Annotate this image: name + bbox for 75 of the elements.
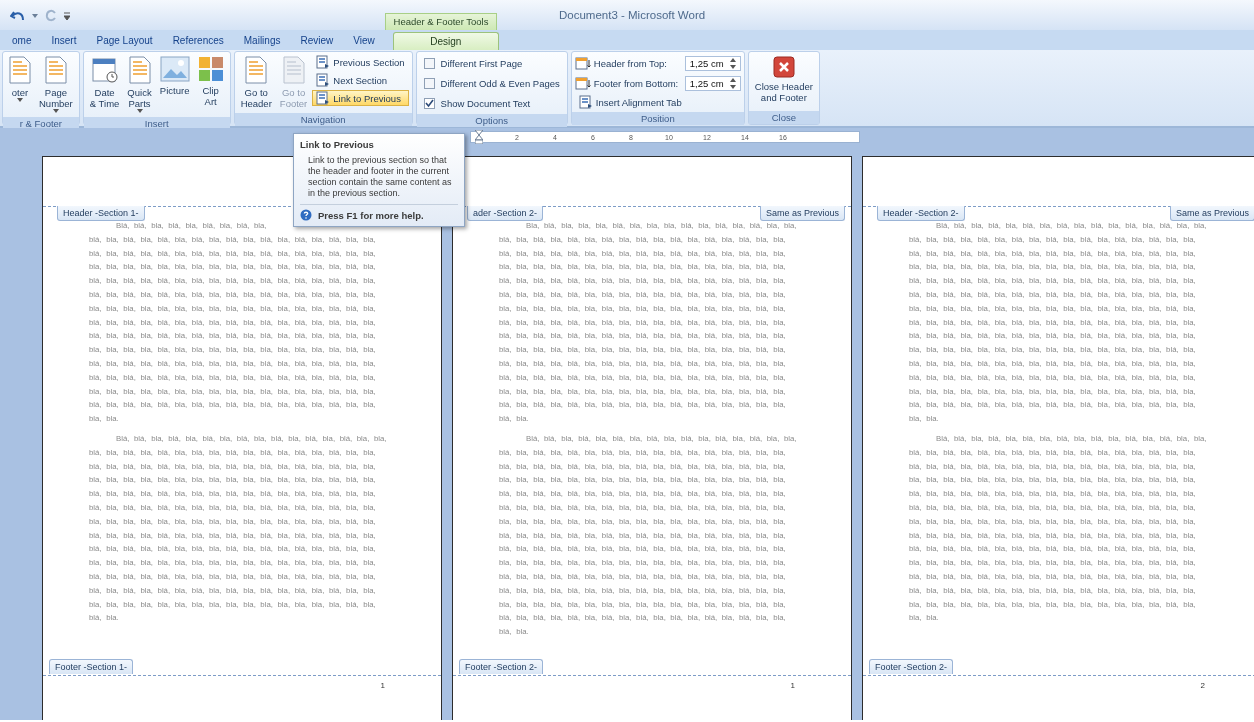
group-label: Close bbox=[748, 111, 819, 124]
ribbon-button[interactable]: Go to Header bbox=[237, 54, 275, 111]
help-icon bbox=[300, 209, 312, 221]
checkbox[interactable] bbox=[423, 77, 435, 89]
caret-icon bbox=[17, 98, 23, 102]
ribbon-button[interactable]: Insert Alignment Tab bbox=[574, 94, 741, 110]
calendar-icon bbox=[90, 56, 119, 84]
ribbon-tab[interactable]: Mailings bbox=[233, 32, 291, 50]
dropdown-caret-icon[interactable] bbox=[32, 14, 38, 18]
ribbon-tab[interactable]: Design bbox=[392, 32, 499, 50]
picture-icon bbox=[159, 56, 190, 82]
spinner-icon[interactable] bbox=[729, 57, 736, 69]
spin-label: Footer from Bottom: bbox=[593, 77, 680, 89]
section-icon bbox=[316, 55, 331, 69]
ribbon-tab[interactable]: Insert bbox=[41, 32, 87, 50]
context-tab-label: Header & Footer Tools bbox=[385, 13, 497, 30]
ribbon-tab[interactable]: ome bbox=[2, 32, 42, 50]
footer-label: Footer -Section 2- bbox=[869, 659, 954, 674]
margin-icon bbox=[574, 76, 591, 90]
checkbox-label[interactable]: Different First Page bbox=[440, 57, 523, 69]
ribbon-button[interactable]: Page Number bbox=[36, 54, 76, 115]
tooltip-help-text: Press F1 for more help. bbox=[318, 209, 424, 221]
header-label: ader -Section 2- bbox=[467, 206, 544, 221]
checkbox-label[interactable]: Show Document Text bbox=[440, 97, 531, 109]
document-icon bbox=[245, 56, 268, 84]
document-icon bbox=[9, 56, 31, 84]
tooltip-text: Link to the previous section so that the header and footer in the current section contain the same content as in the previous section. bbox=[307, 155, 453, 199]
section-icon bbox=[316, 73, 331, 87]
same-as-previous-label: Same as Previous bbox=[1169, 206, 1254, 221]
caret-icon bbox=[52, 109, 59, 113]
group-label: Navigation bbox=[234, 113, 412, 126]
group-label: Options bbox=[416, 114, 567, 127]
group-label: Position bbox=[571, 112, 744, 125]
close-icon bbox=[772, 56, 795, 78]
ribbon-button[interactable]: oter bbox=[6, 54, 34, 104]
document-icon bbox=[282, 56, 305, 84]
margin-icon bbox=[574, 56, 591, 70]
page-number-icon bbox=[44, 56, 67, 84]
ribbon-tab[interactable]: View bbox=[343, 32, 385, 50]
alignment-tab-icon bbox=[578, 95, 593, 109]
footer-label: Footer -Section 2- bbox=[459, 659, 544, 674]
spin-label: Header from Top: bbox=[593, 57, 668, 69]
ribbon-tab[interactable]: References bbox=[162, 32, 234, 50]
checkbox[interactable] bbox=[423, 97, 435, 109]
spinner-icon[interactable] bbox=[729, 77, 736, 89]
checkbox-label[interactable]: Different Odd & Even Pages bbox=[440, 77, 560, 89]
ribbon-button[interactable]: Quick Parts bbox=[124, 54, 155, 115]
ribbon-tab[interactable]: Page Layout bbox=[86, 32, 163, 50]
tooltip-title: Link to Previous bbox=[300, 139, 375, 150]
page-number: 2 bbox=[1200, 681, 1205, 690]
footer-label: Footer -Section 1- bbox=[49, 659, 134, 674]
ribbon-button[interactable]: Date & Time bbox=[86, 54, 123, 111]
ribbon-button[interactable]: Picture bbox=[156, 54, 193, 98]
header-label: Header -Section 2- bbox=[877, 206, 965, 221]
page-number: 1 bbox=[790, 681, 795, 690]
customize-menu-icon[interactable] bbox=[64, 12, 70, 20]
ribbon-button[interactable]: Close Header and Footer bbox=[751, 54, 816, 105]
header-label: Header -Section 1- bbox=[57, 206, 145, 221]
input-field[interactable]: 1,25 cm bbox=[684, 75, 741, 91]
page-number: 1 bbox=[380, 681, 385, 690]
window-title: Document3 - Microsoft Word bbox=[559, 8, 706, 23]
same-as-previous-label: Same as Previous bbox=[759, 206, 845, 221]
ribbon-button[interactable]: Next Section bbox=[312, 72, 409, 88]
ribbon-button[interactable]: Clip Art bbox=[194, 54, 227, 109]
undo-icon[interactable] bbox=[10, 9, 26, 23]
ribbon-tab[interactable]: Review bbox=[290, 32, 344, 50]
section-icon bbox=[316, 91, 331, 105]
indent-marker-icon[interactable] bbox=[475, 130, 483, 144]
ribbon-button[interactable]: Link to Previous bbox=[312, 90, 409, 106]
document-icon bbox=[128, 56, 151, 84]
checkbox[interactable] bbox=[423, 57, 435, 69]
clip-art-icon bbox=[197, 56, 224, 82]
input-field[interactable]: 1,25 cm bbox=[684, 55, 741, 71]
ribbon-button[interactable]: Previous Section bbox=[312, 54, 409, 70]
caret-icon bbox=[136, 109, 143, 113]
